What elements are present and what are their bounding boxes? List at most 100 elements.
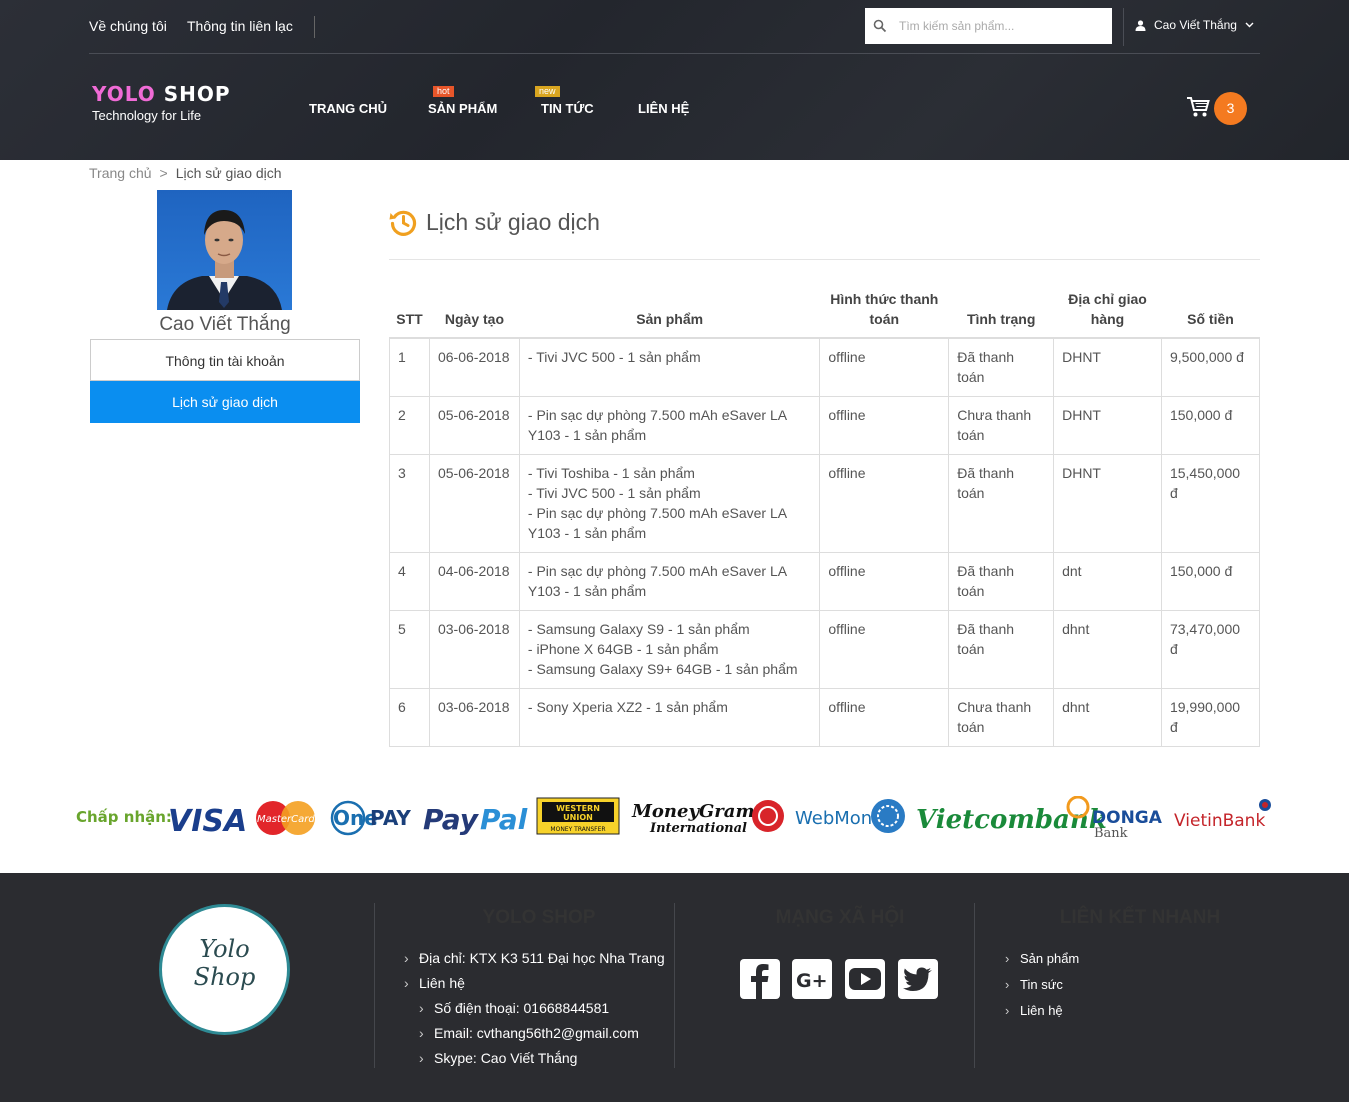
- table-row: 3 05-06-2018 - Tivi Toshiba - 1 sản phẩm…: [389, 454, 1261, 553]
- user-icon: [1135, 19, 1146, 31]
- breadcrumb-separator: >: [159, 165, 168, 181]
- product-line: - iPhone X 64GB - 1 sản phẩm: [527, 641, 719, 657]
- avatar-photo: [167, 210, 282, 310]
- cell-date: 05-06-2018: [428, 396, 520, 455]
- svg-text:MasterCard: MasterCard: [257, 814, 315, 825]
- footer-logo: Yolo Shop: [159, 904, 290, 1035]
- facebook-icon[interactable]: [740, 959, 780, 999]
- cell-stt: 5: [389, 610, 430, 689]
- nav-products[interactable]: SẢN PHẨM: [428, 101, 497, 116]
- footer-phone: Số điện thoại: 01668844581: [419, 1000, 609, 1016]
- cell-status: Đã thanh toán: [948, 552, 1055, 611]
- payment-methods: Chấp nhận: VISA MasterCard One PAY Pay P…: [76, 796, 1276, 840]
- about-link[interactable]: Về chúng tôi: [89, 18, 167, 34]
- footer-shop-title: YOLO SHOP: [482, 907, 596, 928]
- breadcrumb-current: Lịch sử giao dịch: [175, 165, 282, 181]
- cell-status: Chưa thanh toán: [948, 396, 1055, 455]
- search-icon[interactable]: [873, 19, 887, 33]
- cell-products: - Pin sạc dự phòng 7.500 mAh eSaver LA Y…: [518, 552, 821, 611]
- history-clock-icon: [389, 210, 417, 236]
- col-status: Tình trạng: [948, 285, 1054, 339]
- youtube-icon[interactable]: [845, 959, 885, 999]
- cart-count-badge[interactable]: 3: [1214, 92, 1247, 125]
- product-line: - Pin sạc dự phòng 7.500 mAh eSaver LA Y…: [527, 563, 787, 599]
- search-input[interactable]: [899, 8, 1104, 44]
- cell-amount: 15,450,000 đ: [1160, 454, 1261, 553]
- col-date: Ngày tạo: [429, 285, 520, 339]
- cell-date: 04-06-2018: [428, 552, 520, 611]
- cell-date: 05-06-2018: [428, 454, 520, 553]
- col-products: Sản phẩm: [519, 285, 820, 339]
- cell-products: - Pin sạc dự phòng 7.500 mAh eSaver LA Y…: [518, 396, 821, 455]
- cell-products: - Samsung Galaxy S9 - 1 sản phẩm - iPhon…: [518, 610, 821, 689]
- footer-links-title: LIÊN KẾT NHANH: [1059, 907, 1221, 928]
- page-title-text: Lịch sử giao dịch: [426, 209, 600, 235]
- mastercard-logo: MasterCard: [256, 801, 315, 835]
- cell-address: DHNT: [1053, 337, 1162, 397]
- breadcrumb-home[interactable]: Trang chủ: [89, 165, 152, 181]
- search-box[interactable]: [865, 8, 1112, 44]
- google-plus-icon[interactable]: G+: [792, 959, 832, 999]
- breadcrumb: Trang chủ > Lịch sử giao dịch: [89, 165, 282, 181]
- footer-divider: [374, 903, 375, 1068]
- site-logo[interactable]: YOLO SHOP Technology for Life: [92, 82, 231, 123]
- nav-contact[interactable]: LIÊN HỆ: [638, 101, 689, 116]
- cell-stt: 4: [389, 552, 430, 611]
- cell-amount: 150,000 đ: [1160, 552, 1261, 611]
- cell-amount: 19,990,000 đ: [1160, 688, 1261, 747]
- footer-divider: [974, 903, 975, 1068]
- transaction-history-button[interactable]: Lịch sử giao dịch: [90, 381, 360, 423]
- cell-address: DHNT: [1053, 396, 1162, 455]
- cell-date: 03-06-2018: [428, 610, 520, 689]
- cell-payment: offline: [819, 552, 950, 611]
- product-line: - Tivi JVC 500 - 1 sản phẩm: [527, 485, 701, 501]
- nav-products-wrap[interactable]: hot SẢN PHẨM: [428, 86, 497, 116]
- product-line: - Pin sạc dự phòng 7.500 mAh eSaver LA Y…: [527, 407, 787, 443]
- logo-shop: SHOP: [163, 82, 231, 106]
- nav-news[interactable]: TIN TỨC: [541, 101, 594, 116]
- cell-payment: offline: [819, 610, 950, 689]
- svg-text:International: International: [649, 821, 747, 836]
- account-info-button[interactable]: Thông tin tài khoản: [90, 339, 360, 381]
- new-badge: new: [535, 86, 560, 97]
- svg-text:MONEY TRANSFER: MONEY TRANSFER: [550, 826, 605, 833]
- footer-skype: Skype: Cao Viết Thắng: [419, 1050, 578, 1066]
- avatar: [157, 190, 292, 310]
- table-row: 6 03-06-2018 - Sony Xperia XZ2 - 1 sản p…: [389, 688, 1261, 747]
- table-row: 5 03-06-2018 - Samsung Galaxy S9 - 1 sản…: [389, 610, 1261, 689]
- transaction-table: STT Ngày tạo Sản phẩm Hình thức thanh to…: [389, 285, 1261, 747]
- cell-products: - Sony Xperia XZ2 - 1 sản phẩm: [518, 688, 821, 747]
- footer-social-title: MẠNG XÃ HỘI: [775, 907, 905, 928]
- cell-stt: 6: [389, 688, 430, 747]
- footer-link-news[interactable]: Tin sức: [1005, 977, 1063, 992]
- nav-news-wrap[interactable]: new TIN TỨC: [535, 86, 594, 116]
- cell-amount: 150,000 đ: [1160, 396, 1261, 455]
- footer-link-products[interactable]: Sản phẩm: [1005, 951, 1079, 966]
- svg-text:Pay: Pay: [423, 803, 480, 836]
- footer-link-contact[interactable]: Liên hệ: [1005, 1003, 1063, 1018]
- cell-amount: 9,500,000 đ: [1160, 337, 1261, 397]
- svg-text:Bank: Bank: [1094, 826, 1128, 840]
- title-divider: [389, 259, 1260, 260]
- cell-products: - Tivi Toshiba - 1 sản phẩm - Tivi JVC 5…: [518, 454, 821, 553]
- cell-stt: 2: [389, 396, 430, 455]
- cell-status: Đã thanh toán: [948, 610, 1055, 689]
- vietinbank-logo: VietinBank: [1174, 799, 1271, 831]
- svg-text:MoneyGram: MoneyGram: [631, 801, 755, 822]
- cell-status: Chưa thanh toán: [948, 688, 1055, 747]
- col-stt: STT: [389, 285, 430, 339]
- nav-home[interactable]: TRANG CHỦ: [309, 101, 387, 116]
- logo-tagline: Technology for Life: [92, 108, 202, 123]
- cell-address: dhnt: [1053, 688, 1162, 747]
- user-menu[interactable]: Cao Viết Thắng: [1135, 18, 1254, 32]
- table-row: 1 06-06-2018 - Tivi JVC 500 - 1 sản phẩm…: [389, 337, 1261, 397]
- contact-info-link[interactable]: Thông tin liên lạc: [187, 18, 293, 34]
- product-line: - Tivi JVC 500 - 1 sản phẩm: [527, 349, 701, 365]
- visa-logo: VISA: [168, 804, 247, 839]
- onepay-logo: One PAY: [330, 800, 411, 836]
- twitter-icon[interactable]: [898, 959, 938, 999]
- table-header-row: STT Ngày tạo Sản phẩm Hình thức thanh to…: [389, 285, 1260, 339]
- svg-text:DONGA: DONGA: [1092, 808, 1163, 828]
- cell-status: Đã thanh toán: [948, 454, 1055, 553]
- cart-icon[interactable]: [1186, 96, 1210, 118]
